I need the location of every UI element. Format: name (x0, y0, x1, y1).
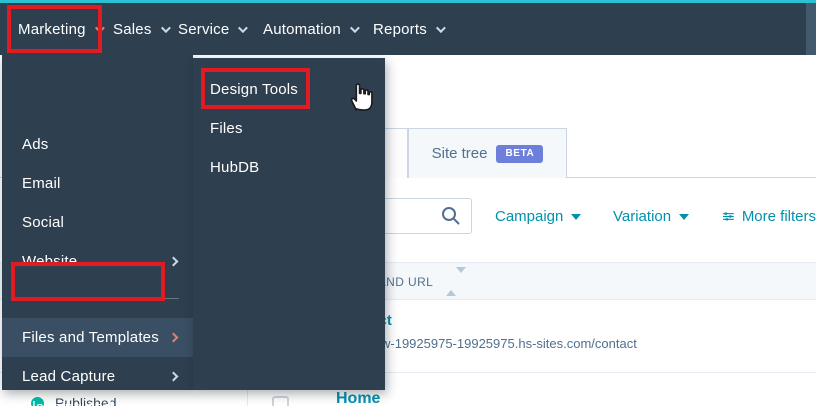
page-row-url: w-19925975-19925975.hs-sites.com/contact (381, 336, 637, 351)
variation-filter-label: Variation (613, 207, 672, 225)
submenu-item-files-label: Files (210, 120, 243, 137)
nav-item-service[interactable]: Service (178, 3, 249, 55)
chevron-down-icon (238, 22, 249, 33)
nav-item-reports-label: Reports (373, 20, 427, 38)
menu-item-planning-and-strategy-label: Planning and Strategy (22, 399, 170, 406)
search-icon (442, 207, 460, 225)
cursor-pointer-icon (350, 83, 373, 111)
tab-site-tree-label: Site tree (431, 145, 488, 162)
chevron-down-icon (349, 22, 360, 33)
submenu-item-hubdb-label: HubDB (210, 159, 260, 176)
more-filters-label: More filters (741, 207, 816, 225)
menu-separator (12, 298, 179, 299)
menu-item-planning-and-strategy[interactable]: Planning and Strategy (2, 396, 193, 406)
menu-item-ads-label: Ads (22, 136, 49, 153)
menu-item-files-and-templates-label: Files and Templates (22, 329, 159, 346)
screenshot-root: Site tree BETA Campaign Variation More f… (0, 0, 816, 406)
chevron-right-icon (168, 256, 179, 267)
top-navigation-bar: Marketing Sales Service Automation Repor… (0, 3, 816, 55)
menu-item-email-label: Email (22, 175, 61, 192)
submenu-item-files[interactable]: Files (193, 109, 385, 148)
chevron-down-icon (435, 22, 446, 33)
nav-item-sales[interactable]: Sales (113, 3, 171, 55)
sort-arrows-icon[interactable] (446, 267, 466, 296)
nav-item-service-label: Service (178, 20, 230, 38)
menu-item-files-and-templates[interactable]: Files and Templates (2, 318, 193, 357)
tab-site-tree[interactable]: Site tree BETA (408, 128, 567, 178)
more-filters-button[interactable]: More filters (723, 198, 816, 234)
submenu-item-design-tools-label: Design Tools (210, 81, 299, 98)
nav-item-marketing[interactable]: Marketing (18, 3, 105, 55)
nav-item-automation[interactable]: Automation (263, 3, 360, 55)
menu-item-social-label: Social (22, 214, 65, 231)
chevron-down-icon (94, 22, 105, 33)
variation-filter-dropdown[interactable]: Variation (613, 198, 690, 234)
menu-item-lead-capture[interactable]: Lead Capture (2, 357, 193, 396)
dropdown-caret-icon (571, 214, 582, 220)
nav-item-sales-label: Sales (113, 20, 152, 38)
menu-item-website-label: Website (22, 253, 78, 270)
menu-item-ads[interactable]: Ads (2, 125, 193, 164)
top-accent-bar (0, 0, 816, 3)
nav-item-marketing-label: Marketing (18, 20, 86, 38)
dropdown-caret-icon (679, 214, 690, 220)
beta-badge: BETA (496, 144, 544, 163)
campaign-filter-dropdown[interactable]: Campaign (495, 198, 582, 234)
row-checkbox[interactable] (272, 396, 289, 406)
nav-item-automation-label: Automation (263, 20, 341, 38)
menu-item-website[interactable]: Website (2, 242, 193, 281)
filter-sliders-icon (723, 212, 734, 220)
menu-item-email[interactable]: Email (2, 164, 193, 203)
window-edge-strip (806, 3, 816, 55)
chevron-down-icon (160, 22, 171, 33)
marketing-dropdown-menu: Ads Email Social Website Files and Templ… (2, 55, 193, 406)
page-row-title-link-home[interactable]: Home (336, 390, 380, 406)
menu-item-lead-capture-label: Lead Capture (22, 368, 116, 385)
submenu-item-hubdb[interactable]: HubDB (193, 148, 385, 187)
chevron-right-icon (168, 371, 179, 382)
menu-item-social[interactable]: Social (2, 203, 193, 242)
chevron-right-icon (168, 332, 179, 343)
campaign-filter-label: Campaign (495, 207, 564, 225)
nav-item-reports[interactable]: Reports (373, 3, 446, 55)
